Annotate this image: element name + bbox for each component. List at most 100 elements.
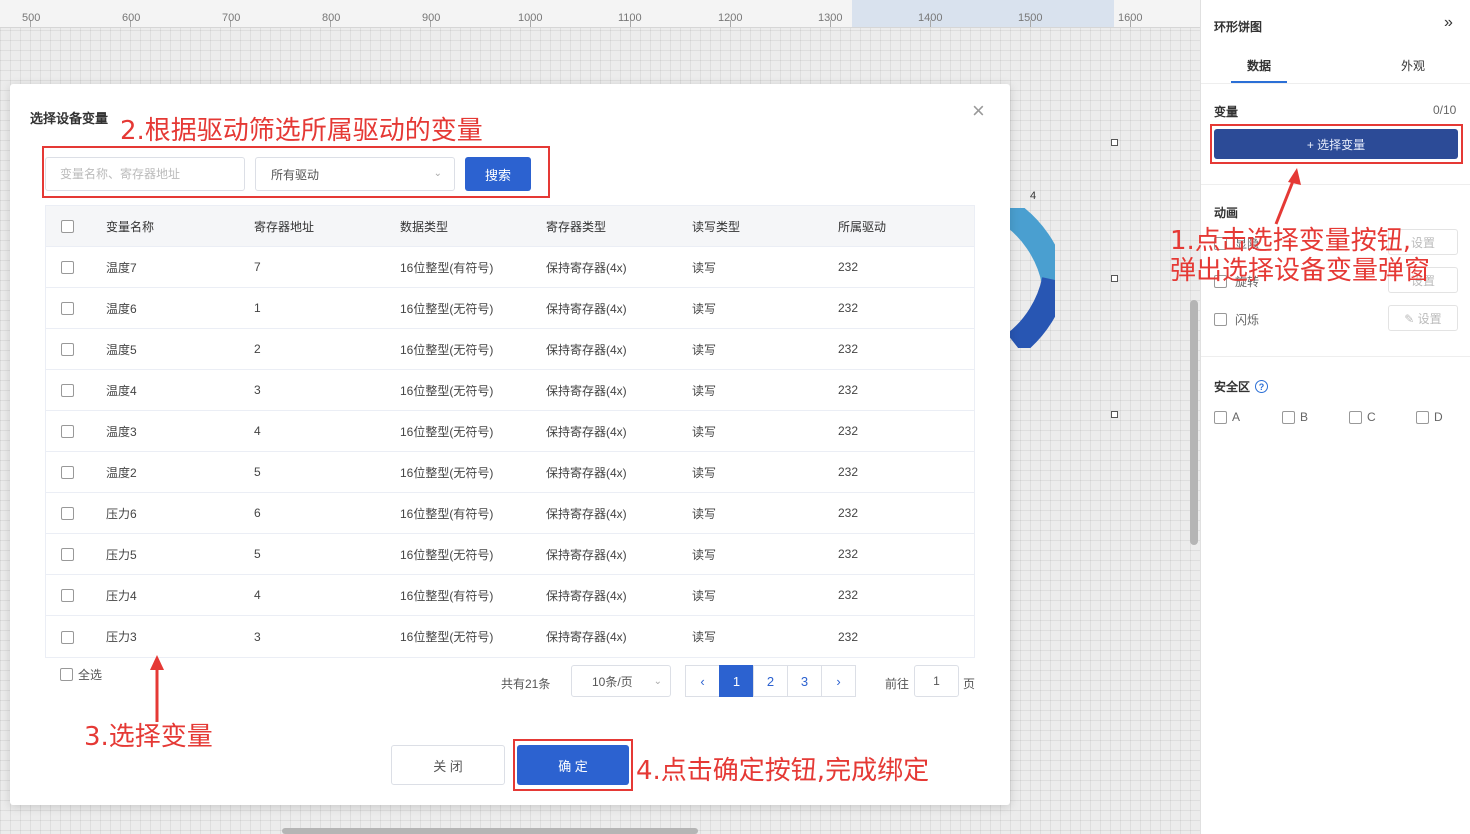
safe-zone-label: 安全区 <box>1214 380 1251 394</box>
row-checkbox[interactable] <box>61 507 74 521</box>
annotation-step1: 1.点击选择变量按钮, 弹出选择设备变量弹窗 <box>1170 226 1430 286</box>
page-3-button[interactable]: 3 <box>787 665 822 697</box>
table-cell: 16位整型(有符号) <box>400 588 494 603</box>
option-label: D <box>1434 410 1443 424</box>
animation-section-label: 动画 <box>1214 206 1239 220</box>
safe-zone-option-d[interactable]: D <box>1416 410 1443 424</box>
table-cell: 4 <box>254 588 261 602</box>
donut-value-label: 4 <box>1030 190 1037 202</box>
table-row[interactable]: 压力4 4 16位整型(有符号) 保持寄存器(4x) 读写 232 <box>46 575 974 616</box>
row-checkbox-cell <box>46 342 106 357</box>
column-header: 寄存器类型 <box>546 219 607 234</box>
settings-button[interactable]: ✎ 设置 <box>1388 305 1458 331</box>
row-checkbox[interactable] <box>61 384 74 398</box>
ruler-tick: 1200 <box>718 12 743 24</box>
select-all[interactable]: 全选 <box>60 666 102 683</box>
page-2-button[interactable]: 2 <box>753 665 788 697</box>
table-row[interactable]: 压力3 3 16位整型(无符号) 保持寄存器(4x) 读写 232 <box>46 616 974 657</box>
goto-unit: 页 <box>963 677 976 691</box>
canvas-vertical-scrollbar[interactable] <box>1190 300 1198 545</box>
total-count: 共有21条 <box>501 677 551 691</box>
table-row[interactable]: 温度2 5 16位整型(无符号) 保持寄存器(4x) 读写 232 <box>46 452 974 493</box>
option-label: B <box>1300 410 1309 424</box>
table-cell: 16位整型(无符号) <box>400 301 494 316</box>
row-checkbox[interactable] <box>61 261 74 275</box>
property-panel: 环形饼图 » 数据 外观 变量 0/10 + 选择变量 动画 显隐 设置 旋转 … <box>1200 0 1470 834</box>
variable-section-label: 变量 <box>1214 105 1239 119</box>
table-body: 温度7 7 16位整型(有符号) 保持寄存器(4x) 读写 232 温度6 1 16位整型(无符… <box>46 247 974 657</box>
table-cell: 读写 <box>692 588 717 603</box>
checkbox[interactable] <box>1282 410 1295 424</box>
table-cell: 压力3 <box>106 630 137 644</box>
prev-page-button[interactable]: ‹ <box>685 665 720 697</box>
table-cell: 读写 <box>692 506 717 521</box>
table-row[interactable]: 压力6 6 16位整型(有符号) 保持寄存器(4x) 读写 232 <box>46 493 974 534</box>
horizontal-ruler: 500 600 700 800 900 1000 1100 1200 1300 … <box>0 0 1200 28</box>
table-cell: 读写 <box>692 342 717 357</box>
table-cell: 读写 <box>692 424 717 439</box>
page-size-value: 10条/页 <box>592 674 633 689</box>
table-cell: 16位整型(有符号) <box>400 260 494 275</box>
animation-row-blink[interactable]: 闪烁 <box>1214 311 1259 328</box>
row-checkbox-cell <box>46 506 106 521</box>
resize-handle[interactable] <box>1111 139 1118 146</box>
table-cell: 16位整型(无符号) <box>400 342 494 357</box>
pagination: ‹ 1 2 3 › <box>685 665 856 697</box>
table-cell: 232 <box>838 342 859 356</box>
table-cell: 1 <box>254 301 261 315</box>
row-checkbox[interactable] <box>61 466 74 480</box>
tab-data[interactable]: 数据 <box>1247 57 1271 74</box>
driver-select[interactable]: 所有驱动 ⌄ <box>255 157 455 191</box>
help-icon[interactable]: ? <box>1255 380 1269 393</box>
table-cell: 保持寄存器(4x) <box>546 465 627 480</box>
table-row[interactable]: 温度6 1 16位整型(无符号) 保持寄存器(4x) 读写 232 <box>46 288 974 329</box>
ruler-tick: 1600 <box>1118 12 1143 24</box>
row-checkbox[interactable] <box>61 630 74 644</box>
row-checkbox[interactable] <box>61 589 74 603</box>
page-size-select[interactable]: 10条/页 ⌄ <box>571 665 671 697</box>
checkbox[interactable] <box>1214 313 1227 326</box>
table-row[interactable]: 温度5 2 16位整型(无符号) 保持寄存器(4x) 读写 232 <box>46 329 974 370</box>
table-row[interactable]: 温度3 4 16位整型(无符号) 保持寄存器(4x) 读写 232 <box>46 411 974 452</box>
safe-zone-option-b[interactable]: B <box>1282 410 1308 424</box>
table-cell: 温度6 <box>106 301 137 316</box>
table-cell: 232 <box>838 301 859 315</box>
row-checkbox-cell <box>46 547 106 562</box>
checkbox[interactable] <box>1214 410 1227 424</box>
search-button[interactable]: 搜索 <box>465 157 531 191</box>
page-1-button[interactable]: 1 <box>719 665 754 697</box>
tab-appearance[interactable]: 外观 <box>1401 57 1425 74</box>
checkbox[interactable] <box>1349 410 1362 424</box>
resize-handle[interactable] <box>1111 275 1118 282</box>
row-checkbox[interactable] <box>61 548 74 562</box>
table-row[interactable]: 温度4 3 16位整型(无符号) 保持寄存器(4x) 读写 232 <box>46 370 974 411</box>
close-button[interactable]: 关 闭 <box>391 745 505 785</box>
table-cell: 读写 <box>692 465 717 480</box>
annotation-arrow-step3 <box>150 655 164 722</box>
collapse-panel-icon[interactable]: » <box>1444 14 1453 32</box>
select-all-checkbox[interactable] <box>60 668 73 681</box>
canvas-horizontal-scrollbar[interactable] <box>282 828 698 834</box>
resize-handle[interactable] <box>1111 411 1118 418</box>
table-row[interactable]: 压力5 5 16位整型(无符号) 保持寄存器(4x) 读写 232 <box>46 534 974 575</box>
table-cell: 5 <box>254 465 261 479</box>
goto-page-input[interactable] <box>914 665 959 697</box>
table-cell: 保持寄存器(4x) <box>546 547 627 562</box>
table-cell: 保持寄存器(4x) <box>546 424 627 439</box>
header-checkbox[interactable] <box>61 220 74 234</box>
table-cell: 保持寄存器(4x) <box>546 301 627 316</box>
safe-zone-option-a[interactable]: A <box>1214 410 1240 424</box>
row-checkbox[interactable] <box>61 302 74 316</box>
table-cell: 232 <box>838 424 859 438</box>
row-checkbox[interactable] <box>61 425 74 439</box>
annotation-step2: 2.根据驱动筛选所属驱动的变量 <box>120 116 483 146</box>
search-input[interactable] <box>45 157 245 191</box>
table-row[interactable]: 温度7 7 16位整型(有符号) 保持寄存器(4x) 读写 232 <box>46 247 974 288</box>
checkbox[interactable] <box>1416 410 1429 424</box>
safe-zone-option-c[interactable]: C <box>1349 410 1376 424</box>
table-cell: 保持寄存器(4x) <box>546 260 627 275</box>
row-checkbox[interactable] <box>61 343 74 357</box>
close-icon[interactable]: × <box>972 100 985 122</box>
next-page-button[interactable]: › <box>821 665 856 697</box>
option-label: C <box>1367 410 1376 424</box>
